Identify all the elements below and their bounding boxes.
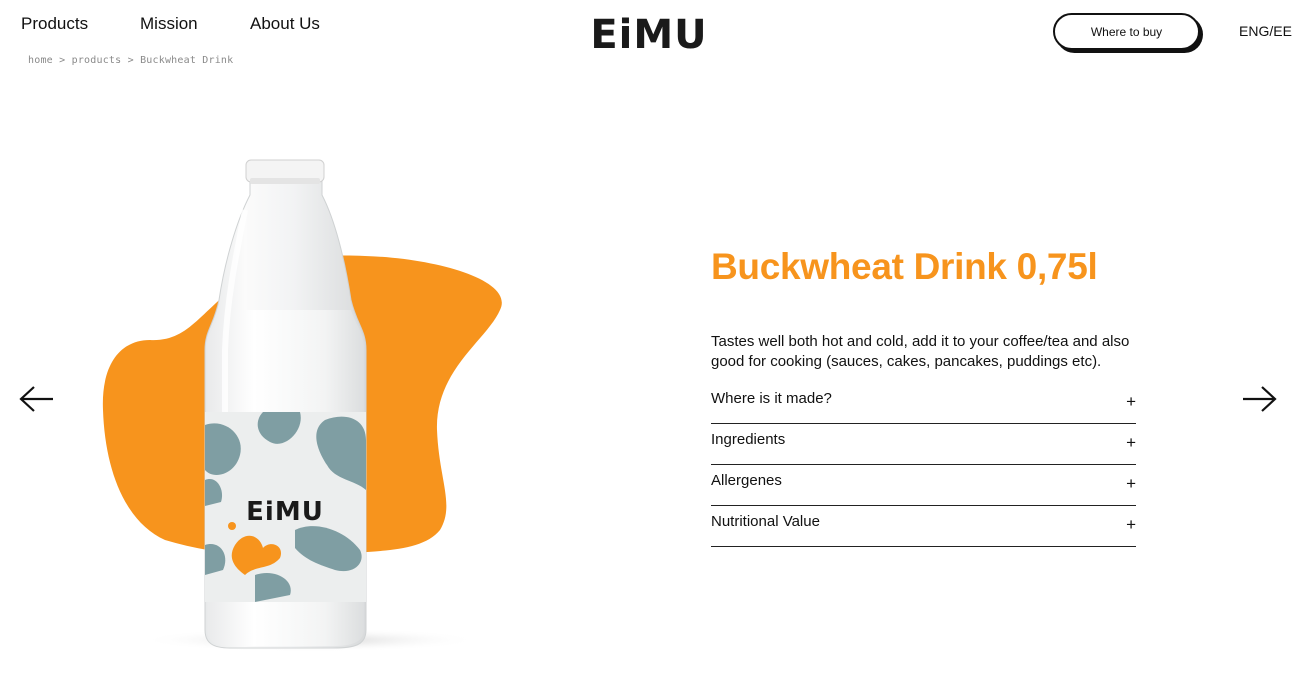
brand-logo-text: EiMU [590, 12, 707, 56]
accordion-label: Ingredients [711, 431, 786, 448]
breadcrumb-products[interactable]: products [72, 55, 122, 66]
plus-icon[interactable]: + [1126, 474, 1136, 494]
breadcrumb-home[interactable]: home [28, 55, 53, 66]
accordion-label: Allergenes [711, 472, 782, 489]
where-to-buy-button[interactable]: Where to buy [1053, 13, 1200, 50]
nav-products[interactable]: Products [21, 14, 140, 34]
product-accordion: Where is it made? + Ingredients + Allerg… [711, 383, 1136, 547]
accordion-nutritional-value[interactable]: Nutritional Value + [711, 506, 1136, 547]
plus-icon[interactable]: + [1126, 433, 1136, 453]
arrow-left-icon[interactable] [19, 384, 55, 414]
breadcrumb: home > products > Buckwheat Drink [28, 55, 233, 66]
breadcrumb-separator: > [59, 55, 66, 66]
product-description: Tastes well both hot and cold, add it to… [711, 333, 1130, 370]
product-title: Buckwheat Drink 0,75l [711, 246, 1098, 287]
plus-icon[interactable]: + [1126, 515, 1136, 535]
nav-about-us[interactable]: About Us [250, 14, 320, 34]
main-nav: Products Mission About Us [21, 14, 320, 34]
language-switch[interactable]: ENG/EE [1239, 23, 1292, 39]
plus-icon[interactable]: + [1126, 392, 1136, 412]
accordion-label: Nutritional Value [711, 513, 820, 530]
label-logo-text: EiMU [246, 497, 324, 527]
accordion-ingredients[interactable]: Ingredients + [711, 424, 1136, 465]
accordion-label: Where is it made? [711, 390, 832, 407]
arrow-right-icon[interactable] [1241, 384, 1277, 414]
accordion-where-made[interactable]: Where is it made? + [711, 383, 1136, 424]
product-image: EiMU [102, 159, 502, 652]
nav-mission[interactable]: Mission [140, 14, 250, 34]
brand-logo[interactable]: EiMU [584, 10, 714, 56]
accordion-allergenes[interactable]: Allergenes + [711, 465, 1136, 506]
breadcrumb-separator: > [127, 55, 134, 66]
breadcrumb-current: Buckwheat Drink [140, 55, 234, 66]
